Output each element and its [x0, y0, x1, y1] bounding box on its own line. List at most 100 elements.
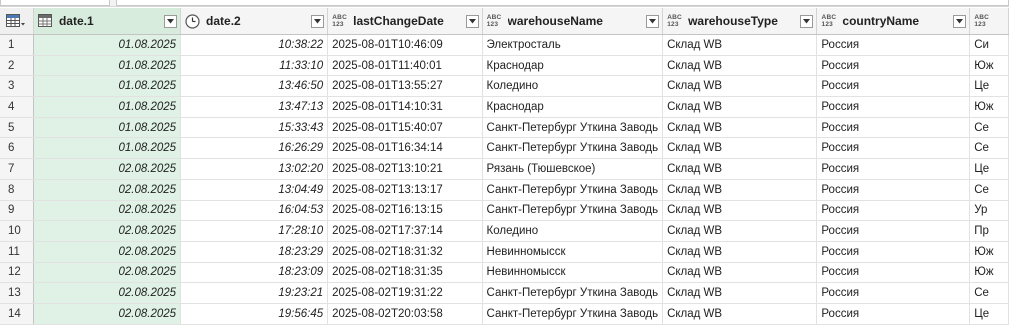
cell-warehousename[interactable]: Невинномысск: [482, 241, 664, 263]
cell-lastchangedate[interactable]: 2025-08-01T10:46:09: [327, 34, 483, 56]
chevron-down-icon[interactable]: [953, 14, 967, 28]
cell-warehousetype[interactable]: Склад WB: [662, 303, 818, 325]
table-row[interactable]: 4 01.08.2025 13:47:13 2025-08-01T14:10:31 Кр…: [0, 96, 1009, 118]
table-row[interactable]: 6 01.08.2025 16:26:29 2025-08-01T16:34:14 Са…: [0, 137, 1009, 160]
cell-next-column[interactable]: Пр: [969, 220, 1009, 242]
cell-next-column[interactable]: Юж: [969, 241, 1009, 263]
cell-lastchangedate[interactable]: 2025-08-01T15:40:07: [327, 117, 483, 139]
cell-date1[interactable]: 02.08.2025: [33, 282, 182, 304]
cell-countryname[interactable]: Россия: [816, 241, 971, 263]
cell-warehousetype[interactable]: Склад WB: [662, 220, 818, 242]
cell-next-column[interactable]: Ур: [969, 200, 1009, 222]
table-row[interactable]: 9 02.08.2025 16:04:53 2025-08-02T16:13:15 Са…: [0, 200, 1009, 222]
cell-lastchangedate[interactable]: 2025-08-01T11:40:01: [327, 55, 483, 77]
cell-next-column[interactable]: Си: [969, 34, 1009, 56]
cell-date1[interactable]: 02.08.2025: [33, 303, 182, 325]
row-number[interactable]: 2: [0, 55, 34, 77]
cell-warehousetype[interactable]: Склад WB: [662, 137, 818, 160]
cell-countryname[interactable]: Россия: [816, 282, 971, 304]
cell-warehousename[interactable]: Санкт-Петербург Уткина Заводь: [482, 303, 664, 325]
cell-countryname[interactable]: Россия: [816, 96, 971, 118]
cell-next-column[interactable]: Юж: [969, 55, 1009, 77]
table-row[interactable]: 1 01.08.2025 10:38:22 2025-08-01T10:46:09 Эл…: [0, 34, 1009, 56]
cell-warehousetype[interactable]: Склад WB: [662, 179, 818, 201]
cell-countryname[interactable]: Россия: [816, 303, 971, 325]
cell-countryname[interactable]: Россия: [816, 179, 971, 201]
cell-warehousetype[interactable]: Склад WB: [662, 158, 818, 180]
cell-date1[interactable]: 01.08.2025: [33, 96, 182, 118]
cell-date1[interactable]: 02.08.2025: [33, 220, 182, 242]
cell-warehousename[interactable]: Санкт-Петербург Уткина Заводь: [482, 137, 664, 160]
cell-countryname[interactable]: Россия: [816, 200, 971, 222]
cell-warehousetype[interactable]: Склад WB: [662, 262, 818, 284]
cell-next-column[interactable]: Юж: [969, 96, 1009, 118]
cell-next-column[interactable]: Се: [969, 117, 1009, 139]
cell-date2[interactable]: 19:56:45: [180, 303, 329, 325]
cell-date2[interactable]: 13:46:50: [180, 75, 329, 98]
cell-warehousename[interactable]: Санкт-Петербург Уткина Заводь: [482, 179, 664, 201]
cell-lastchangedate[interactable]: 2025-08-02T19:31:22: [327, 282, 483, 304]
table-row[interactable]: 10 02.08.2025 17:28:10 2025-08-02T17:37:14 К…: [0, 220, 1009, 242]
cell-date2[interactable]: 18:23:09: [180, 262, 329, 284]
cell-next-column[interactable]: Юж: [969, 262, 1009, 284]
table-row[interactable]: 3 01.08.2025 13:46:50 2025-08-01T13:55:27 Ко…: [0, 75, 1009, 98]
cell-date2[interactable]: 19:23:21: [180, 282, 329, 304]
table-row[interactable]: 11 02.08.2025 18:23:29 2025-08-02T18:31:32 Н…: [0, 241, 1009, 263]
cell-warehousename[interactable]: Краснодар: [482, 55, 664, 77]
table-row[interactable]: 5 01.08.2025 15:33:43 2025-08-01T15:40:07 Са…: [0, 117, 1009, 139]
cell-countryname[interactable]: Россия: [816, 262, 971, 284]
column-header-lastchangedate[interactable]: ABC 123 lastChangeDate: [327, 8, 483, 35]
row-number[interactable]: 14: [0, 303, 34, 325]
cell-date2[interactable]: 17:28:10: [180, 220, 329, 242]
column-header-date2[interactable]: date.2: [180, 8, 329, 35]
cell-warehousename[interactable]: Санкт-Петербург Уткина Заводь: [482, 282, 664, 304]
cell-date1[interactable]: 01.08.2025: [33, 34, 182, 56]
cell-warehousename[interactable]: Санкт-Петербург Уткина Заводь: [482, 200, 664, 222]
cell-warehousetype[interactable]: Склад WB: [662, 75, 818, 98]
row-number[interactable]: 5: [0, 117, 34, 139]
cell-next-column[interactable]: Се: [969, 137, 1009, 160]
chevron-down-icon[interactable]: [465, 14, 479, 28]
cell-next-column[interactable]: Це: [969, 75, 1009, 98]
cell-countryname[interactable]: Россия: [816, 117, 971, 139]
table-row[interactable]: 14 02.08.2025 19:56:45 2025-08-02T20:03:58 С…: [0, 303, 1009, 325]
table-row[interactable]: 13 02.08.2025 19:23:21 2025-08-02T19:31:22 С…: [0, 282, 1009, 304]
cell-lastchangedate[interactable]: 2025-08-02T17:37:14: [327, 220, 483, 242]
cell-warehousename[interactable]: Невинномысск: [482, 262, 664, 284]
column-header-countryname[interactable]: ABC 123 countryName: [816, 8, 971, 35]
cell-date2[interactable]: 16:04:53: [180, 200, 329, 222]
cell-warehousetype[interactable]: Склад WB: [662, 241, 818, 263]
row-number[interactable]: 3: [0, 75, 34, 98]
table-row[interactable]: 2 01.08.2025 11:33:10 2025-08-01T11:40:01 Кр…: [0, 55, 1009, 77]
row-number[interactable]: 6: [0, 137, 34, 160]
cell-lastchangedate[interactable]: 2025-08-02T13:10:21: [327, 158, 483, 180]
cell-date2[interactable]: 10:38:22: [180, 34, 329, 56]
formula-input[interactable]: [116, 0, 1009, 6]
cell-warehousetype[interactable]: Склад WB: [662, 282, 818, 304]
cell-date2[interactable]: 16:26:29: [180, 137, 329, 160]
cell-lastchangedate[interactable]: 2025-08-02T20:03:58: [327, 303, 483, 325]
row-number[interactable]: 13: [0, 282, 34, 304]
table-row[interactable]: 8 02.08.2025 13:04:49 2025-08-02T13:13:17 Са…: [0, 179, 1009, 201]
name-box[interactable]: [0, 0, 110, 6]
column-header-warehousetype[interactable]: ABC 123 warehouseType: [662, 8, 818, 35]
cell-next-column[interactable]: Се: [969, 282, 1009, 304]
cell-date1[interactable]: 02.08.2025: [33, 241, 182, 263]
cell-lastchangedate[interactable]: 2025-08-02T18:31:35: [327, 262, 483, 284]
cell-date2[interactable]: 13:02:20: [180, 158, 329, 180]
cell-date1[interactable]: 01.08.2025: [33, 117, 182, 139]
row-number[interactable]: 1: [0, 34, 34, 56]
cell-warehousetype[interactable]: Склад WB: [662, 96, 818, 118]
cell-countryname[interactable]: Россия: [816, 158, 971, 180]
row-number[interactable]: 12: [0, 262, 34, 284]
cell-date1[interactable]: 02.08.2025: [33, 262, 182, 284]
chevron-down-icon[interactable]: [800, 14, 814, 28]
cell-warehousetype[interactable]: Склад WB: [662, 200, 818, 222]
cell-warehousename[interactable]: Электросталь: [482, 34, 664, 56]
cell-date1[interactable]: 02.08.2025: [33, 200, 182, 222]
cell-warehousename[interactable]: Рязань (Тюшевское): [482, 158, 664, 180]
cell-warehousetype[interactable]: Склад WB: [662, 55, 818, 77]
cell-lastchangedate[interactable]: 2025-08-01T14:10:31: [327, 96, 483, 118]
cell-warehousename[interactable]: Коледино: [482, 75, 664, 98]
cell-countryname[interactable]: Россия: [816, 220, 971, 242]
